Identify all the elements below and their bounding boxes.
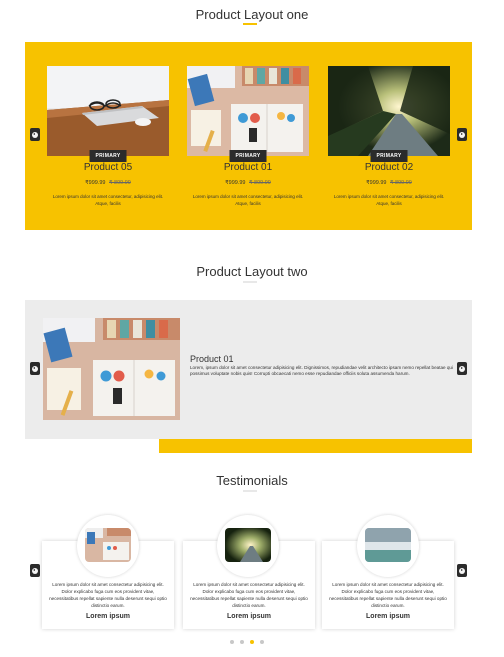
chevron-right-icon (459, 567, 465, 574)
avatar-image (225, 528, 271, 562)
carousel-prev-button[interactable] (30, 564, 40, 577)
carousel-pagination (230, 640, 264, 644)
old-price: ₹ 899.99 (390, 180, 412, 186)
current-price: ₹999.99 (366, 180, 387, 186)
product-card[interactable]: PRIMARY Product 05 ₹999.99 ₹ 899.99 Lore… (47, 66, 169, 206)
product-price: ₹999.99 ₹ 899.99 (187, 180, 309, 186)
primary-badge: PRIMARY (229, 150, 267, 162)
title-underline (243, 23, 257, 25)
layout-two-title: Product Layout two (196, 264, 308, 279)
pagination-dot[interactable] (260, 640, 264, 644)
chevron-right-icon (459, 131, 465, 138)
chevron-left-icon (32, 365, 38, 372)
chevron-left-icon (32, 131, 38, 138)
avatar (357, 515, 419, 577)
current-price: ₹999.99 (85, 180, 106, 186)
testimonial-author: Lorem ipsum (86, 613, 130, 620)
product-price: ₹999.99 ₹ 899.99 (47, 180, 169, 186)
carousel-next-button[interactable] (457, 564, 467, 577)
product-description: Lorem ipsum dolor sit amet consectetur, … (333, 194, 445, 206)
product-name[interactable]: Product 01 (190, 354, 234, 364)
testimonial-text: Lorem ipsum dolor sit amet consectetur a… (190, 582, 308, 608)
testimonial-author: Lorem ipsum (227, 613, 271, 620)
avatar-image (85, 528, 131, 562)
primary-badge: PRIMARY (370, 150, 408, 162)
carousel-next-button[interactable] (457, 362, 467, 375)
product-card[interactable]: PRIMARY Product 02 ₹999.99 ₹ 899.99 Lore… (328, 66, 450, 206)
avatar (217, 515, 279, 577)
product-description: Lorem ipsum dolor sit amet consectetur, … (192, 194, 304, 206)
carousel-prev-button[interactable] (30, 362, 40, 375)
product-name[interactable]: Product 01 (187, 162, 309, 173)
old-price: ₹ 899.99 (249, 180, 271, 186)
testimonial-text: Lorem ipsum dolor sit amet consectetur a… (49, 582, 167, 608)
primary-badge: PRIMARY (89, 150, 127, 162)
product-image-desk (43, 318, 180, 420)
title-underline (243, 490, 257, 492)
testimonial-text: Lorem ipsum dolor sit amet consectetur a… (329, 582, 447, 608)
chevron-left-icon (32, 567, 38, 574)
old-price: ₹ 899.99 (109, 180, 131, 186)
product-card[interactable]: PRIMARY Product 01 ₹999.99 ₹ 899.99 Lore… (187, 66, 309, 206)
chevron-right-icon (459, 365, 465, 372)
product-image-laptop (47, 66, 169, 156)
testimonial-author: Lorem ipsum (366, 613, 410, 620)
avatar (77, 515, 139, 577)
testimonials-title: Testimonials (216, 473, 288, 488)
title-underline (243, 281, 257, 283)
product-description: Lorem, ipsum dolor sit amet consectetur … (190, 365, 453, 377)
avatar-image (365, 528, 411, 562)
product-price: ₹999.99 ₹ 899.99 (328, 180, 450, 186)
carousel-next-button[interactable] (457, 128, 467, 141)
product-image-desk (187, 66, 309, 156)
current-price: ₹999.99 (225, 180, 246, 186)
product-description: Lorem ipsum dolor sit amet consectetur, … (52, 194, 164, 206)
carousel-prev-button[interactable] (30, 128, 40, 141)
product-name[interactable]: Product 02 (328, 162, 450, 173)
pagination-dot[interactable] (230, 640, 234, 644)
product-name[interactable]: Product 05 (47, 162, 169, 173)
pagination-dot[interactable] (240, 640, 244, 644)
pagination-dot-active[interactable] (250, 640, 254, 644)
product-image-road (328, 66, 450, 156)
layout-one-title: Product Layout one (195, 7, 309, 22)
